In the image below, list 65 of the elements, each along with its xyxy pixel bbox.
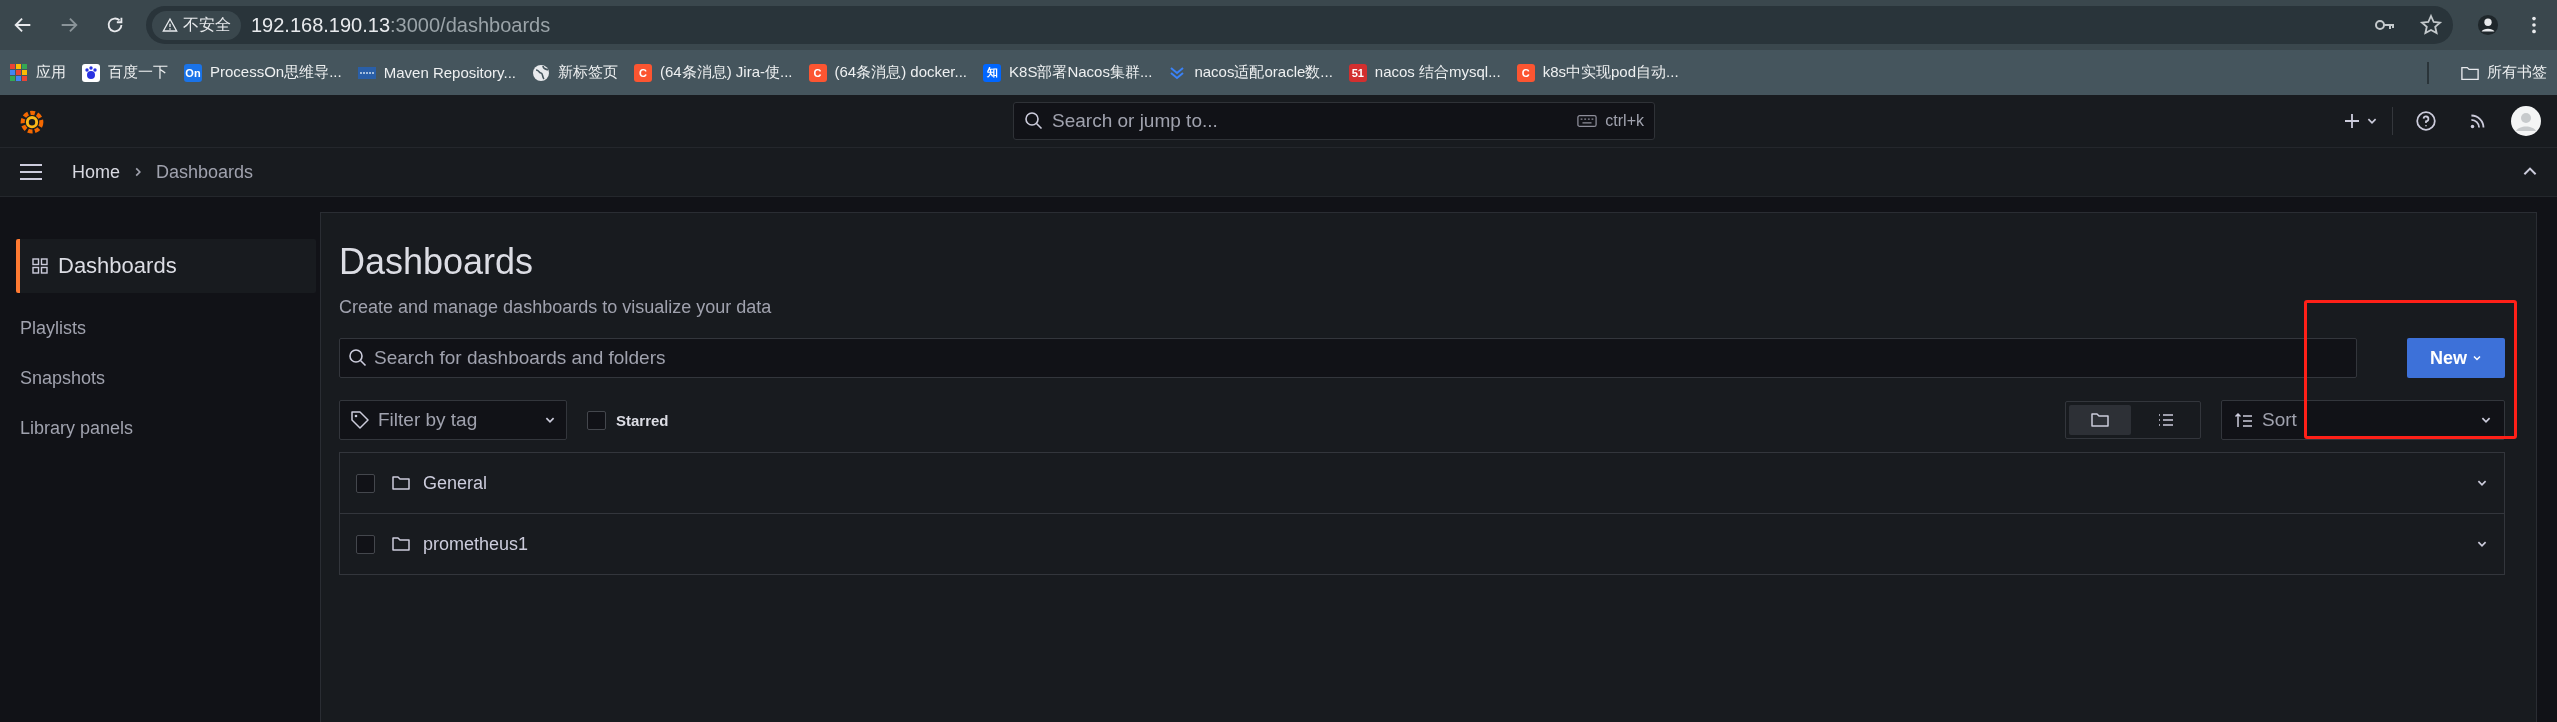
folder-icon bbox=[391, 473, 411, 493]
tag-filter-dropdown[interactable]: Filter by tag bbox=[339, 400, 567, 440]
all-bookmarks-button[interactable]: 所有书签 bbox=[2461, 63, 2547, 82]
plus-icon bbox=[2342, 111, 2362, 131]
site-logo-icon: 51 bbox=[1348, 63, 1367, 82]
folder-icon bbox=[2090, 410, 2110, 430]
breadcrumb-link[interactable]: Dashboards bbox=[156, 161, 254, 183]
grid-icon bbox=[32, 258, 48, 274]
paw-icon bbox=[82, 63, 100, 82]
warning-icon bbox=[162, 17, 178, 33]
page-subtitle: Create and manage dashboards to visualize your data bbox=[339, 297, 773, 318]
user-avatar-icon[interactable] bbox=[2511, 106, 2541, 136]
bookmark-item[interactable]: 51 nacos 结合mysql... bbox=[1348, 63, 1501, 82]
bookmark-item[interactable]: nacos适配oracle数... bbox=[1168, 63, 1333, 82]
bookmark-item[interactable]: On ProcessOn思维导... bbox=[184, 63, 342, 82]
folder-name: General bbox=[423, 472, 488, 494]
menu-icon[interactable] bbox=[18, 163, 44, 181]
row-checkbox[interactable] bbox=[356, 534, 375, 554]
sort-icon bbox=[2234, 410, 2254, 430]
site-logo-icon: 知 bbox=[983, 63, 1002, 82]
profile-avatar-icon[interactable] bbox=[2477, 14, 2499, 36]
bookmark-item[interactable]: 知 K8S部署Nacos集群... bbox=[983, 63, 1153, 82]
breadcrumb-link[interactable]: Home bbox=[72, 161, 120, 183]
row-checkbox[interactable] bbox=[356, 473, 375, 493]
star-icon[interactable] bbox=[2419, 13, 2443, 37]
folder-icon bbox=[391, 534, 411, 554]
apps-grid-icon bbox=[10, 63, 28, 82]
shortcut-hint: ctrl+k bbox=[1605, 112, 1644, 130]
url-text: 192.168.190.13:3000/dashboards bbox=[251, 13, 551, 37]
keyboard-icon bbox=[1577, 114, 1598, 128]
sidebar-item[interactable]: Library panels bbox=[16, 403, 316, 453]
site-logo-icon: C bbox=[1516, 63, 1535, 82]
sidebar-item[interactable]: Playlists bbox=[16, 303, 316, 353]
security-chip[interactable]: 不安全 bbox=[152, 10, 241, 40]
add-menu-button[interactable] bbox=[2342, 111, 2378, 131]
site-logo-icon: On bbox=[184, 63, 202, 82]
folder-name: prometheus1 bbox=[423, 533, 529, 555]
sidebar-item[interactable]: Dashboards bbox=[16, 239, 316, 293]
help-icon[interactable] bbox=[2415, 110, 2437, 132]
starred-label: Starred bbox=[616, 411, 669, 429]
search-icon bbox=[1024, 111, 1044, 131]
address-bar[interactable]: 不安全 192.168.190.13:3000/dashboards bbox=[146, 6, 2453, 44]
folder-row[interactable]: prometheus1 bbox=[340, 513, 2504, 574]
bookmark-item[interactable]: 应用 bbox=[10, 63, 66, 82]
globe-icon bbox=[532, 63, 550, 82]
search-field[interactable]: Search for dashboards and folders bbox=[339, 338, 2357, 378]
bookmark-item[interactable]: 百度一下 bbox=[82, 63, 168, 82]
tag-icon bbox=[350, 410, 370, 430]
caret-icon bbox=[2472, 353, 2482, 363]
starred-checkbox[interactable] bbox=[587, 410, 606, 430]
search-field[interactable]: Search or jump to... ctrl+k bbox=[1013, 102, 1655, 140]
folder-view-button[interactable] bbox=[2069, 405, 2131, 435]
bookmark-item[interactable]: C (64条消息) docker... bbox=[808, 63, 968, 82]
new-button[interactable]: New bbox=[2407, 338, 2505, 378]
bookmark-item[interactable]: Maven Repository... bbox=[357, 63, 516, 82]
sidebar-item[interactable]: Snapshots bbox=[16, 353, 316, 403]
bookmark-item[interactable]: 新标签页 bbox=[532, 63, 618, 82]
bookmark-item[interactable]: C k8s中实现pod自动... bbox=[1516, 63, 1679, 82]
site-logo-icon: C bbox=[634, 63, 652, 82]
site-logo-icon: C bbox=[808, 63, 827, 82]
page-title: Dashboards bbox=[339, 241, 535, 283]
sort-dropdown[interactable]: Sort bbox=[2221, 400, 2505, 440]
folder-row[interactable]: General bbox=[340, 453, 2504, 513]
search-icon bbox=[348, 348, 368, 368]
bookmark-item[interactable]: C (64条消息) Jira-使... bbox=[634, 63, 793, 82]
